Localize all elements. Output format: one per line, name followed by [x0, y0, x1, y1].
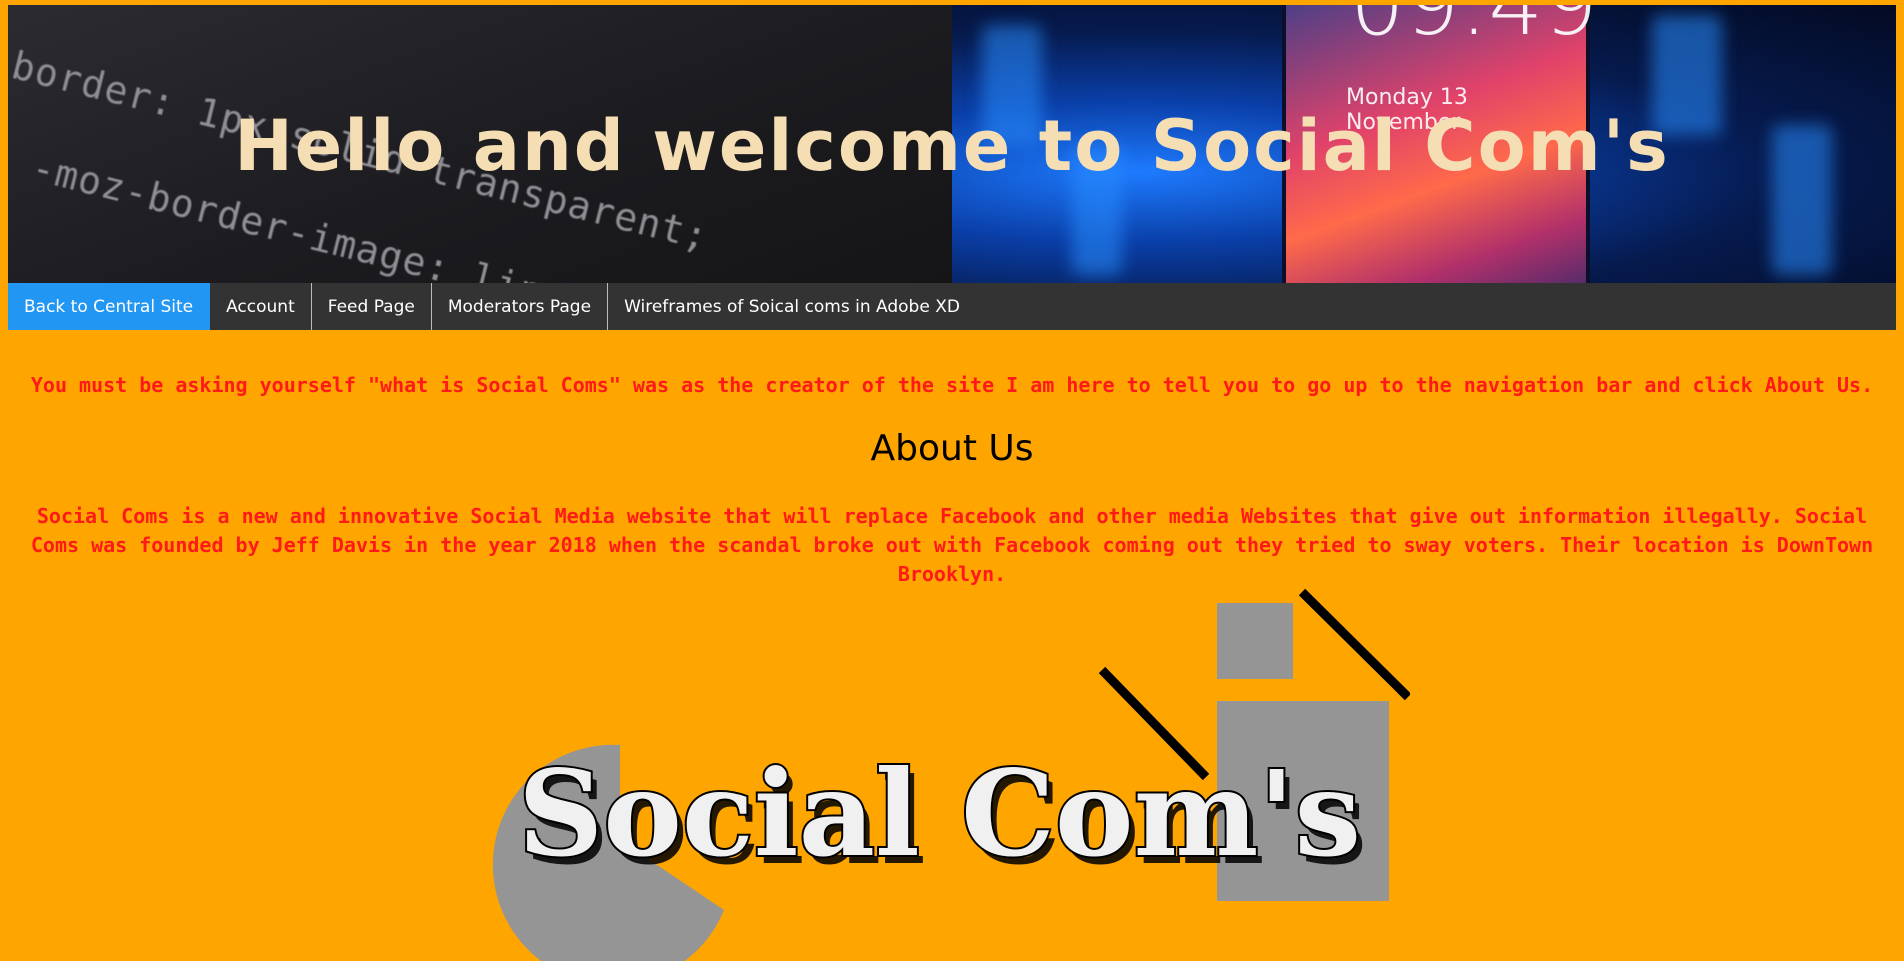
navigation-bar: Back to Central Site Account Feed Page M…	[8, 283, 1896, 330]
logo-slash-right	[1298, 588, 1410, 701]
hero-banner: border: 1px solid transparent; -moz-bord…	[8, 5, 1896, 283]
social-coms-logo: Social Com's Social Com's	[492, 588, 1410, 961]
intro-text: You must be asking yourself "what is Soc…	[30, 373, 1874, 397]
nav-item-moderators-page[interactable]: Moderators Page	[432, 283, 609, 330]
nav-item-wireframes[interactable]: Wireframes of Soical coms in Adobe XD	[608, 283, 976, 330]
about-heading: About Us	[870, 428, 1034, 469]
page-title: Hello and welcome to Social Com's	[234, 105, 1670, 187]
logo-small-square	[1217, 603, 1293, 679]
nav-item-account[interactable]: Account	[210, 283, 312, 330]
phone-time: 09:49	[1350, 5, 1598, 55]
nav-item-feed-page[interactable]: Feed Page	[312, 283, 432, 330]
about-text: Social Coms is a new and innovative Soci…	[30, 504, 1874, 586]
logo-text: Social Com's	[518, 744, 1361, 883]
nav-item-central-site[interactable]: Back to Central Site	[8, 283, 211, 330]
page: border: 1px solid transparent; -moz-bord…	[0, 0, 1904, 961]
